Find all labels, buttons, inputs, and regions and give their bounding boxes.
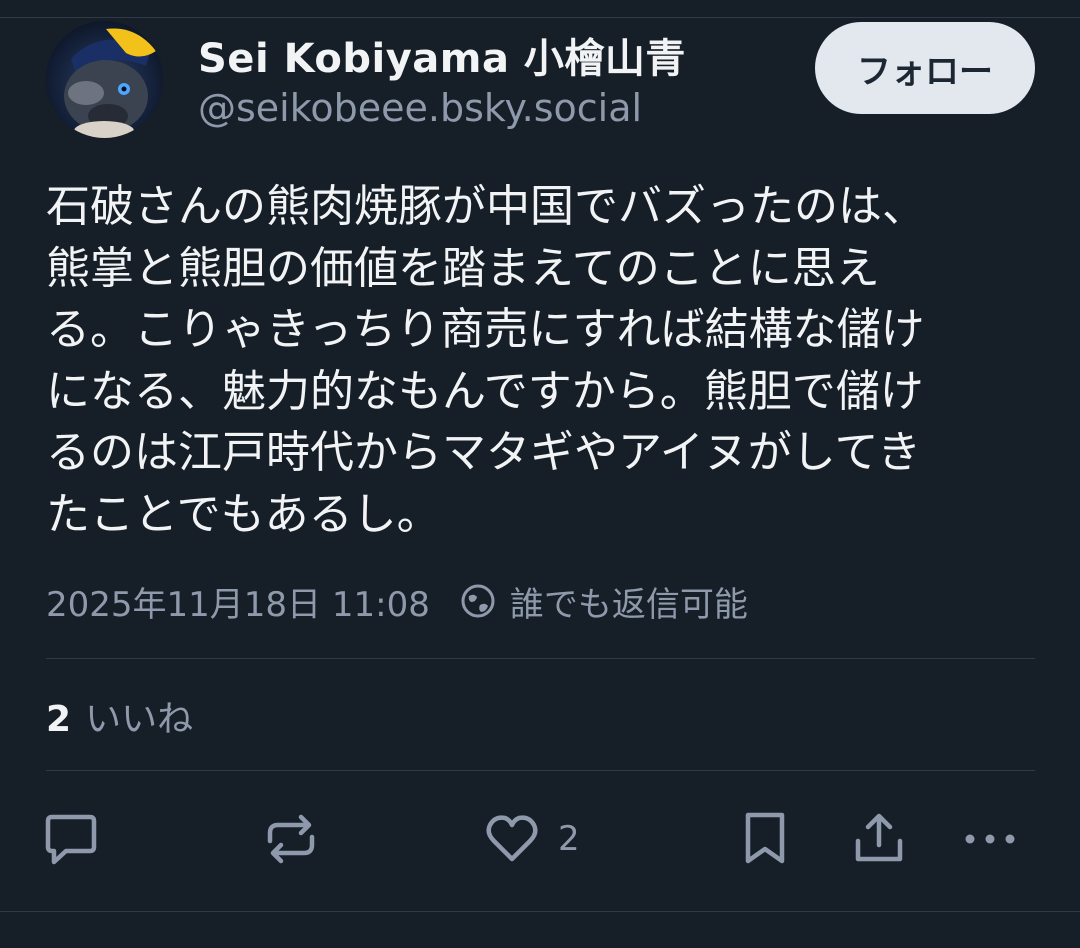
more-icon <box>965 834 1015 844</box>
repost-button[interactable] <box>264 810 318 868</box>
post-text-line: になる、魅力的なもんですから。熊胆で儲け <box>46 365 924 417</box>
post-text-line: るのは江戸時代からマタギやアイヌがしてき <box>46 427 922 478</box>
avatar[interactable] <box>46 21 163 138</box>
post-text-line: たことでもあるし。 <box>46 488 441 540</box>
more-button[interactable] <box>962 810 1018 868</box>
likes-count: 2 <box>46 699 72 740</box>
cat-avatar-icon <box>46 21 163 138</box>
share-button[interactable] <box>852 810 906 868</box>
post-text-line: る。こりゃきっちり商売にすれば結構な儲け <box>46 304 925 355</box>
bookmark-icon <box>745 812 785 864</box>
post-text: 石破さんの熊肉焼豚が中国でバズったのは、 熊掌と熊胆の価値を踏まえてのことに思え… <box>46 176 1036 545</box>
repost-icon <box>267 814 315 864</box>
likes-summary[interactable]: 2 いいね <box>46 690 193 742</box>
like-count: 2 <box>558 819 580 859</box>
follow-button[interactable]: フォロー <box>815 22 1035 114</box>
post-text-line: 石破さんの熊肉焼豚が中国でバズったのは、 <box>46 181 926 232</box>
likes-label: いいね <box>85 699 194 740</box>
post-text-line: 熊掌と熊胆の価値を踏まえてのことに思え <box>46 242 880 294</box>
author-handle[interactable]: @seikobeee.bsky.social <box>198 86 642 130</box>
globe-icon <box>460 583 496 619</box>
reply-button[interactable] <box>44 810 98 868</box>
author-display-name[interactable]: Sei Kobiyama 小檜山青 <box>198 26 686 84</box>
post-meta: 2025年11月18日 11:08 誰でも返信可能 <box>46 577 748 626</box>
post-timestamp[interactable]: 2025年11月18日 11:08 <box>46 577 430 626</box>
heart-icon <box>486 815 538 862</box>
reply-icon <box>45 814 97 865</box>
share-icon <box>855 813 903 862</box>
bookmark-button[interactable] <box>742 810 788 868</box>
bottom-divider <box>0 911 1080 912</box>
divider <box>46 658 1035 659</box>
like-button[interactable]: 2 <box>484 810 580 868</box>
post-thread-view: Sei Kobiyama 小檜山青 @seikobeee.bsky.social… <box>0 0 1080 948</box>
divider <box>46 770 1035 771</box>
top-divider <box>0 17 1080 18</box>
reply-setting-label: 誰でも返信可能 <box>509 584 748 625</box>
